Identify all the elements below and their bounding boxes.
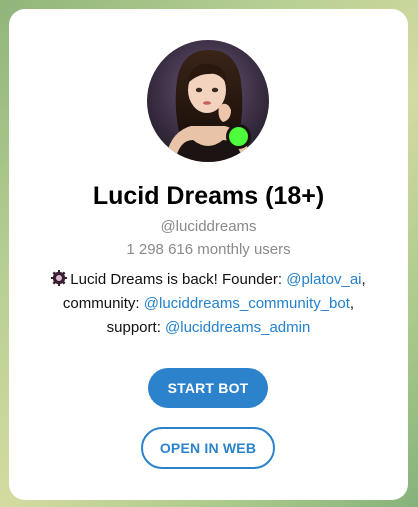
support-link[interactable]: @luciddreams_admin: [165, 319, 310, 336]
monthly-users-count: 1 298 616 monthly users: [126, 241, 291, 258]
online-status-indicator: [226, 124, 251, 149]
bot-description: Lucid Dreams is back! Founder: @platov_a…: [23, 268, 394, 340]
community-link[interactable]: @luciddreams_community_bot: [144, 295, 350, 312]
support-label: support:: [106, 319, 166, 336]
avatar[interactable]: [147, 40, 269, 162]
description-comma: ,: [361, 271, 366, 288]
description-comma: ,: [349, 295, 355, 312]
bot-username: @luciddreams: [160, 218, 257, 235]
avatar-container: [147, 40, 269, 162]
community-label: community:: [62, 295, 144, 312]
open-in-web-button[interactable]: OPEN IN WEB: [141, 427, 275, 469]
start-bot-button[interactable]: START BOT: [148, 368, 268, 408]
bot-name: Lucid Dreams (18+): [92, 182, 325, 210]
description-text: Lucid Dreams is back! Founder:: [70, 271, 287, 288]
gear-icon: [51, 270, 68, 286]
bot-profile-card: Lucid Dreams (18+) @luciddreams 1 298 61…: [9, 9, 408, 500]
founder-link[interactable]: @platov_ai: [286, 271, 361, 288]
